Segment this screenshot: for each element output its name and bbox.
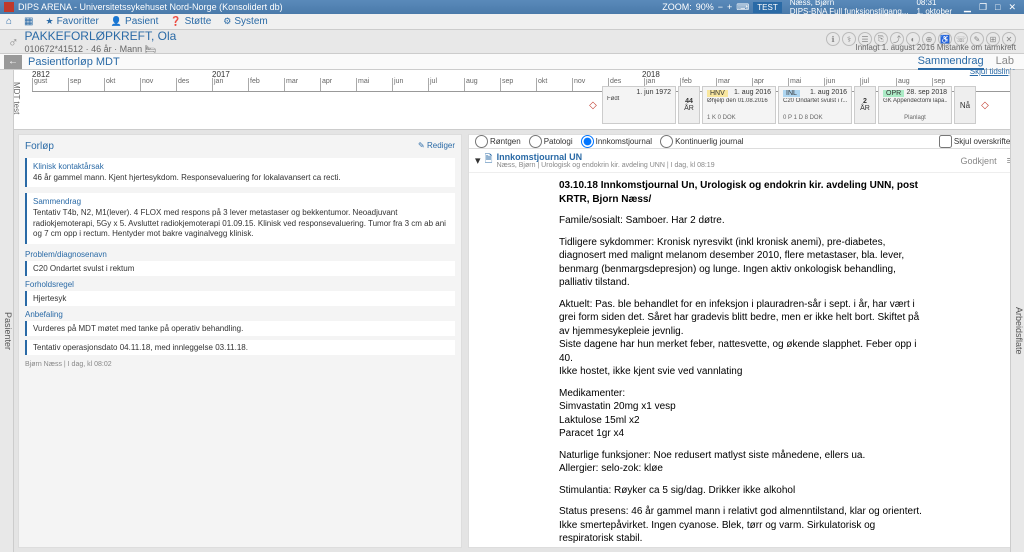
tl-hnv-card[interactable]: HNV1. aug 2016 Øhjelp den 01.08.2016 1 K… <box>702 86 776 124</box>
lp-foot: Bjørn Næss | I dag, kl 08:02 <box>25 361 455 368</box>
forlop-sec-2: Sammendrag Tentativ T4b, N2, M1(lever). … <box>25 193 455 243</box>
tl-birth-card[interactable]: 1. jun 1972 Født <box>602 86 676 124</box>
icon-2[interactable]: ⚕ <box>842 32 856 46</box>
forlop-edit[interactable]: ✎ Rediger <box>418 141 455 152</box>
tl-opr-card[interactable]: OPR28. sep 2018 GK Appendectomi lapa... … <box>878 86 952 124</box>
lp-r4[interactable]: Tentativ operasjonsdato 04.11.18, med in… <box>25 340 455 355</box>
menu-system[interactable]: ⚙System <box>223 16 267 27</box>
filter-patologi[interactable]: Patologi <box>529 135 573 148</box>
menu-system-label: System <box>234 16 267 27</box>
pasienter-rail[interactable]: Pasienter <box>0 70 14 552</box>
zoom-label: ZOOM: <box>662 2 692 12</box>
icon-1[interactable]: ℹ <box>826 32 840 46</box>
tl-age1: 44ÅR <box>678 86 700 124</box>
doc-body: 03.10.18 Innkomstjournal Un, Urologisk o… <box>469 173 1019 547</box>
user-role: DIPS-BNA Full funksjonstilgang... <box>790 7 909 16</box>
lp-r2[interactable]: Hjertesyk <box>25 291 455 306</box>
forlop-title: Forløp <box>25 141 54 152</box>
user-block[interactable]: Næss, Bjørn DIPS-BNA Full funksjonstilga… <box>790 0 909 16</box>
tl-now[interactable]: Nå <box>954 86 976 124</box>
max-icon[interactable]: □ <box>991 2 1004 12</box>
tl-age2: 2ÅR <box>854 86 876 124</box>
doc-title[interactable]: Innkomstjournal UN <box>497 152 715 162</box>
lp-h3: Anbefaling <box>25 310 455 319</box>
menu-fav[interactable]: ★Favoritter <box>46 16 99 27</box>
menu-stotte-label: Støtte <box>185 16 212 27</box>
patient-name: PAKKEFORLØPKREFT, Ola <box>25 29 177 43</box>
support-icon: ❓ <box>170 16 181 27</box>
menu-fav-label: Favoritter <box>57 16 99 27</box>
menu-apps-icon[interactable]: ▦ <box>24 16 33 27</box>
page-title: Pasientforløp MDT <box>28 56 120 68</box>
menu-stotte[interactable]: ❓ Støtte <box>170 16 211 27</box>
app-logo <box>4 2 14 12</box>
back-button[interactable]: ← <box>4 55 22 69</box>
user-name: Næss, Bjørn <box>790 0 909 7</box>
timeline-next-icon[interactable]: ◇ <box>978 86 992 124</box>
window-title: DIPS ARENA - Universitetssykehuset Nord-… <box>18 2 662 12</box>
patient-admit: Innlagt 1. august 2016 Mistanke om tarmk… <box>855 43 1016 52</box>
lp-r1[interactable]: C20 Ondartet svulst i rektum <box>25 261 455 276</box>
filter-skjul[interactable]: Skjul overskrifter <box>939 135 1013 148</box>
arbeidsflate-rail[interactable]: Arbeidsflate <box>1010 70 1024 552</box>
filter-kontinuerlig[interactable]: Kontinuerlig journal <box>660 135 744 148</box>
gear-icon: ⚙ <box>223 16 231 27</box>
zoom-out-icon[interactable]: − <box>718 2 723 12</box>
filter-rontgen[interactable]: Røntgen <box>475 135 521 148</box>
timeline-prev-icon[interactable]: ◇ <box>586 86 600 124</box>
tl-inl-card[interactable]: INL1. aug 2016 C20 Ondartet svulst i r..… <box>778 86 852 124</box>
clock-date: 1. oktober <box>916 7 952 16</box>
star-icon: ★ <box>46 16 54 27</box>
menu-pasient[interactable]: 👤Pasient <box>111 16 159 27</box>
lp-h2: Forholdsregel <box>25 280 455 289</box>
restore-icon[interactable]: ❐ <box>975 2 991 13</box>
test-badge: TEST <box>753 2 781 13</box>
forlop-panel: Forløp ✎ Rediger Klinisk kontaktårsak 46… <box>18 134 462 548</box>
doc-icon: 🗎 <box>485 152 493 169</box>
person-icon: 👤 <box>111 16 122 27</box>
lp-h1: Problem/diagnosenavn <box>25 250 455 259</box>
filter-innkomst[interactable]: Innkomstjournal <box>581 135 652 148</box>
doc-approved: Godkjent <box>961 156 997 166</box>
zoom-value: 90% <box>696 2 714 12</box>
keyboard-icon[interactable]: ⌨ <box>736 2 749 13</box>
forlop-sec-1: Klinisk kontaktårsak 46 år gammel mann. … <box>25 158 455 187</box>
clock-time: 08:31 <box>916 0 952 7</box>
patient-icon: ♂ <box>8 34 19 50</box>
lp-r3[interactable]: Vurderes på MDT møtet med tanke på opera… <box>25 321 455 336</box>
patient-info: 010672*41512 · 46 år · Mann 🛏 <box>25 44 177 55</box>
collapse-icon[interactable]: ▾ <box>475 154 481 167</box>
zoom-in-icon[interactable]: + <box>727 2 732 12</box>
min-icon[interactable]: ▁ <box>960 2 975 13</box>
clock-block: 08:31 1. oktober <box>916 0 952 16</box>
menu-pasient-label: Pasient <box>125 16 158 27</box>
close-icon[interactable]: ✕ <box>1004 2 1020 13</box>
doc-subtitle: Næss, Bjørn | Urologisk og endokrin kir.… <box>497 162 715 169</box>
document-panel: Røntgen Patologi Innkomstjournal Kontinu… <box>468 134 1020 548</box>
mdt-label: MDT test <box>12 82 21 114</box>
menu-home-icon[interactable]: ⌂ <box>6 16 12 27</box>
